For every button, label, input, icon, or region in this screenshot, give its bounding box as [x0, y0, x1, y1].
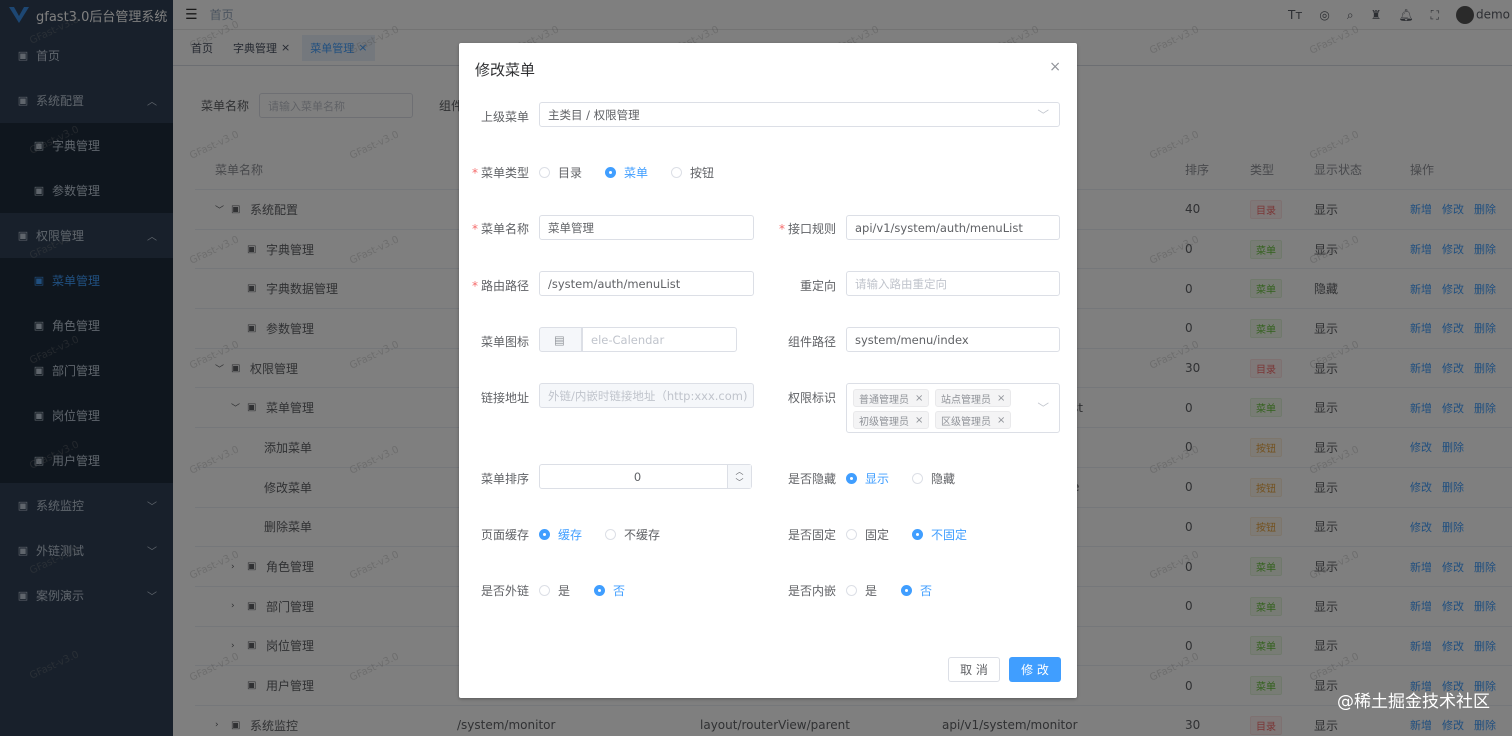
radio-label: 不固定 — [931, 528, 968, 542]
radio-circle — [539, 167, 550, 178]
external-label: 是否外链 — [480, 584, 529, 598]
radio-circle — [539, 585, 550, 596]
hidden-label: 是否隐藏 — [787, 472, 836, 486]
component-label: 组件路径 — [787, 335, 836, 349]
chevron-down-icon: ﹀ — [1037, 401, 1050, 415]
fixed-radio-0[interactable]: 固定 — [846, 526, 889, 543]
hidden-radio-1[interactable]: 隐藏 — [912, 470, 955, 487]
sort-input[interactable]: 0 ︿ ﹀ — [539, 464, 752, 489]
route-path-label: * 路由路径 — [471, 279, 529, 293]
radio-label: 显示 — [865, 472, 890, 486]
menu-name-input[interactable]: 菜单管理 — [539, 215, 754, 240]
radio-circle — [912, 473, 923, 484]
corner-watermark: @稀土掘金技术社区 — [1337, 692, 1490, 712]
menu-name-label: * 菜单名称 — [471, 222, 529, 236]
radio-label: 是 — [558, 584, 571, 598]
radio-label: 否 — [613, 584, 626, 598]
fixed-label: 是否固定 — [787, 528, 836, 542]
radio-label: 是 — [865, 584, 878, 598]
perm-tag: 普通管理员 × — [853, 389, 930, 407]
radio-circle — [846, 529, 857, 540]
link-input[interactable]: 外链/内嵌时链接地址（http:xxx.com) — [539, 383, 754, 408]
redirect-label: 重定向 — [799, 279, 836, 293]
radio-circle — [846, 473, 857, 484]
api-rule-input[interactable]: api/v1/system/auth/menuList — [846, 215, 1060, 240]
cancel-button[interactable]: 取 消 — [948, 657, 1000, 682]
radio-circle — [912, 529, 923, 540]
down-icon: ﹀ — [735, 477, 744, 487]
menu-type-label: * 菜单类型 — [471, 166, 529, 180]
close-icon[interactable]: × — [1049, 59, 1061, 75]
perm-tag-label: 初级管理员 — [859, 416, 909, 428]
up-icon: ︿ — [735, 466, 744, 476]
close-icon[interactable]: × — [997, 415, 1005, 426]
route-path-input[interactable]: /system/auth/menuList — [539, 271, 754, 296]
cache-label: 页面缓存 — [480, 528, 529, 542]
external-radio-0[interactable]: 是 — [539, 582, 570, 599]
perm-label: 权限标识 — [787, 391, 836, 405]
radio-circle — [594, 585, 605, 596]
link-label: 链接地址 — [480, 391, 529, 405]
icon-label: 菜单图标 — [480, 335, 529, 349]
iframe-radio-1[interactable]: 否 — [901, 582, 932, 599]
close-icon[interactable]: × — [997, 393, 1005, 404]
menuType-radio-1[interactable]: 菜单 — [605, 164, 648, 181]
cache-radio-1[interactable]: 不缓存 — [605, 526, 660, 543]
parent-value: 主类目 / 权限管理 — [548, 107, 640, 122]
menuType-radio-0[interactable]: 目录 — [539, 164, 582, 181]
parent-select[interactable]: 主类目 / 权限管理 ﹀ — [539, 102, 1060, 127]
radio-label: 目录 — [558, 166, 583, 180]
sort-label: 菜单排序 — [480, 472, 529, 486]
iframe-label: 是否内嵌 — [787, 584, 836, 598]
radio-label: 固定 — [865, 528, 890, 542]
submit-button[interactable]: 修 改 — [1009, 657, 1061, 682]
radio-circle — [901, 585, 912, 596]
icon-input[interactable]: ele-Calendar — [582, 327, 737, 352]
radio-circle — [846, 585, 857, 596]
perm-tag: 区级管理员 × — [935, 411, 1012, 429]
radio-circle — [605, 529, 616, 540]
radio-circle — [539, 529, 550, 540]
radio-label: 隐藏 — [931, 472, 956, 486]
redirect-input[interactable]: 请输入路由重定向 — [846, 271, 1060, 296]
radio-label: 不缓存 — [624, 528, 661, 542]
parent-label: 上级菜单 — [480, 110, 529, 124]
perm-tag-label: 普通管理员 — [859, 394, 909, 406]
perm-tag: 初级管理员 × — [853, 411, 930, 429]
menuType-radio-2[interactable]: 按钮 — [671, 164, 714, 181]
perm-tag: 站点管理员 × — [935, 389, 1012, 407]
dialog-title: 修改菜单 — [475, 61, 536, 79]
api-rule-label: * 接口规则 — [778, 222, 836, 236]
edit-menu-dialog: 修改菜单 × 上级菜单 主类目 / 权限管理 ﹀ * 菜单类型 目录 菜单 按钮 * 菜… — [459, 43, 1077, 698]
iframe-radio-0[interactable]: 是 — [846, 582, 877, 599]
radio-circle — [671, 167, 682, 178]
sort-value: 0 — [633, 469, 642, 484]
component-input[interactable]: system/menu/index — [846, 327, 1060, 352]
perm-tag-label: 站点管理员 — [941, 394, 991, 406]
close-icon[interactable]: × — [915, 415, 923, 426]
calendar-icon[interactable]: ▤ — [539, 327, 582, 352]
radio-label: 菜单 — [624, 166, 649, 180]
chevron-down-icon: ﹀ — [1037, 107, 1050, 122]
radio-label: 缓存 — [558, 528, 583, 542]
app-root: gfast3.0后台管理系统 ▣首页▣系统配置︿▣字典管理▣参数管理▣权限管理︿… — [0, 0, 1512, 736]
fixed-radio-1[interactable]: 不固定 — [912, 526, 967, 543]
radio-circle — [605, 167, 616, 178]
close-icon[interactable]: × — [915, 393, 923, 404]
hidden-radio-0[interactable]: 显示 — [846, 470, 889, 487]
perm-tag-label: 区级管理员 — [941, 416, 991, 428]
external-radio-1[interactable]: 否 — [594, 582, 625, 599]
cache-radio-0[interactable]: 缓存 — [539, 526, 582, 543]
radio-label: 按钮 — [690, 166, 715, 180]
radio-label: 否 — [920, 584, 933, 598]
